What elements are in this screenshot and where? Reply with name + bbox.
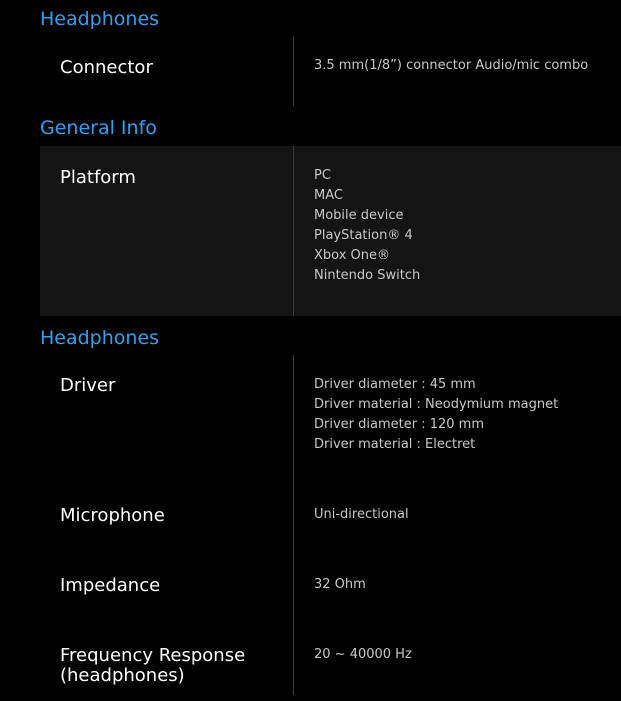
spec-value: Nintendo Switch	[314, 268, 421, 283]
group-divider	[293, 355, 294, 695]
spec-row-platform: Platform PC MAC Mobile device PlayStatio…	[40, 146, 621, 316]
spec-value: PC	[314, 168, 331, 183]
spec-value: Uni-directional	[314, 507, 409, 522]
spec-label-frequency-response: Frequency Response (headphones)	[60, 645, 246, 686]
section-title-headphones-2: Headphones	[40, 327, 160, 349]
spec-row-connector: Connector 3.5 mm(1/8”) connector Audio/m…	[40, 36, 621, 106]
spec-values: 3.5 mm(1/8”) connector Audio/mic combo	[314, 56, 588, 76]
spec-values-frequency-response: 20 ~ 40000 Hz	[314, 645, 412, 665]
spec-value: Driver diameter : 120 mm	[314, 417, 484, 432]
spec-label-driver: Driver	[60, 375, 116, 396]
spec-value: Xbox One®	[314, 248, 391, 263]
spec-values-driver: Driver diameter : 45 mm Driver material …	[314, 375, 558, 455]
spec-label: Connector	[60, 57, 153, 78]
spec-value: 32 Ohm	[314, 577, 366, 592]
spec-value: Driver material : Neodymium magnet	[314, 397, 559, 412]
spec-value: Driver diameter : 45 mm	[314, 377, 476, 392]
spec-value: MAC	[314, 188, 343, 203]
spec-value: 3.5 mm(1/8”) connector Audio/mic combo	[314, 58, 589, 73]
spec-label: Platform	[60, 167, 136, 188]
spec-label-impedance: Impedance	[60, 575, 161, 596]
row-divider	[293, 146, 294, 316]
row-divider	[293, 36, 294, 106]
spec-label-microphone: Microphone	[60, 505, 165, 526]
spec-value: Mobile device	[314, 208, 404, 223]
spec-value: Driver material : Electret	[314, 437, 476, 452]
spec-values-microphone: Uni-directional	[314, 505, 409, 525]
spec-values: PC MAC Mobile device PlayStation® 4 Xbox…	[314, 166, 420, 286]
spec-value: PlayStation® 4	[314, 228, 413, 243]
section-title-headphones: Headphones	[40, 8, 160, 30]
spec-values-impedance: 32 Ohm	[314, 575, 366, 595]
spec-value: 20 ~ 40000 Hz	[314, 647, 412, 662]
section-title-general-info: General Info	[40, 117, 157, 139]
spec-group-headphones: Driver Driver diameter : 45 mm Driver ma…	[40, 355, 621, 695]
spec-page: Headphones Connector 3.5 mm(1/8”) connec…	[0, 0, 621, 701]
